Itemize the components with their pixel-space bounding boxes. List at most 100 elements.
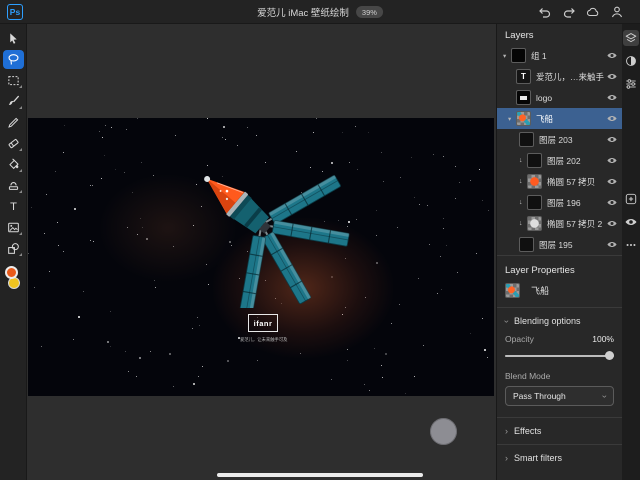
layer-visibility-icon[interactable] xyxy=(623,214,639,230)
tool-pencil[interactable] xyxy=(3,113,24,132)
chevron-right-icon: › xyxy=(505,454,508,463)
clipping-mask-arrow-icon: ↓ xyxy=(519,178,527,185)
layer-row[interactable]: 图层 195 xyxy=(497,234,622,255)
smart-filters-section-header[interactable]: › Smart filters xyxy=(497,445,622,471)
layer-row[interactable]: 图层 203 xyxy=(497,129,622,150)
effects-section-header[interactable]: › Effects xyxy=(497,418,622,444)
document-title-group: 爱范儿 iMac 壁纸绘制 39% xyxy=(257,0,383,24)
layer-visibility-eye-icon[interactable] xyxy=(607,94,617,101)
opacity-slider-knob[interactable] xyxy=(605,351,614,360)
topbar-actions xyxy=(538,0,624,24)
tool-marquee[interactable] xyxy=(3,71,24,90)
layers-panel: Layers ▾ 组 1 T 爱范儿，…来触手可及 logo ▾ 飞船 图层 2… xyxy=(496,24,622,480)
layer-visibility-eye-icon[interactable] xyxy=(607,73,617,80)
layer-row[interactable]: ↓ 椭圆 57 拷贝 2 xyxy=(497,213,622,234)
tool-move[interactable] xyxy=(3,29,24,48)
layer-thumbnail xyxy=(511,48,526,63)
layer-visibility-eye-icon[interactable] xyxy=(607,52,617,59)
svg-text:T: T xyxy=(10,201,17,213)
zoom-level-badge[interactable]: 39% xyxy=(356,6,383,18)
tool-clone-stamp[interactable] xyxy=(3,176,24,195)
blending-options-label: Blending options xyxy=(514,316,581,326)
properties-icon[interactable] xyxy=(623,76,639,92)
layer-visibility-eye-icon[interactable] xyxy=(607,199,617,206)
document-title: 爱范儿 iMac 壁纸绘制 xyxy=(257,5,349,19)
color-swatches[interactable] xyxy=(4,266,22,292)
blend-mode-value: Pass Through xyxy=(513,391,566,401)
layer-name: 图层 203 xyxy=(539,134,604,146)
selected-layer-name: 飞船 xyxy=(531,284,549,297)
spacecraft-artwork xyxy=(138,143,388,308)
layer-thumbnail xyxy=(516,90,531,105)
share-user-icon[interactable] xyxy=(610,5,624,19)
layer-row[interactable]: logo xyxy=(497,87,622,108)
layer-row[interactable]: ↓ 椭圆 57 拷贝 xyxy=(497,171,622,192)
disclosure-triangle-icon[interactable]: ▾ xyxy=(508,115,516,123)
layer-visibility-eye-icon[interactable] xyxy=(607,157,617,164)
photoshop-logo[interactable]: Ps xyxy=(7,4,23,20)
touch-shortcut-button[interactable] xyxy=(430,418,457,445)
home-indicator[interactable] xyxy=(217,473,423,477)
layer-visibility-eye-icon[interactable] xyxy=(607,220,617,227)
more-options-icon[interactable] xyxy=(623,237,639,253)
layer-row[interactable]: T 爱范儿，…来触手可及 xyxy=(497,66,622,87)
foreground-color-swatch[interactable] xyxy=(5,266,18,279)
opacity-slider-fill xyxy=(505,355,614,357)
opacity-slider[interactable] xyxy=(505,351,614,360)
ifanr-logo-text: ifanr xyxy=(254,319,273,328)
layer-name: 爱范儿，…来触手可及 xyxy=(536,71,604,83)
blending-options-header[interactable]: › Blending options xyxy=(497,308,622,334)
tool-place-image[interactable] xyxy=(3,218,24,237)
layer-name: 椭圆 57 拷贝 xyxy=(547,176,604,188)
clipping-mask-arrow-icon: ↓ xyxy=(519,220,527,227)
layer-visibility-eye-icon[interactable] xyxy=(607,241,617,248)
tool-eraser[interactable] xyxy=(3,134,24,153)
photoshop-ipad-app: Ps 爱范儿 iMac 壁纸绘制 39% T xyxy=(0,0,640,480)
add-layer-icon[interactable] xyxy=(623,191,639,207)
top-toolbar: Ps 爱范儿 iMac 壁纸绘制 39% xyxy=(0,0,640,24)
cloud-sync-icon[interactable] xyxy=(586,5,600,19)
layer-row[interactable]: ▾ 组 1 xyxy=(497,45,622,66)
layer-name: 椭圆 57 拷贝 2 xyxy=(547,218,604,230)
redo-icon[interactable] xyxy=(562,5,576,19)
tool-shapes[interactable] xyxy=(3,239,24,258)
adjustments-icon[interactable] xyxy=(623,53,639,69)
layer-name: 图层 202 xyxy=(547,155,604,167)
layer-row[interactable]: ↓ 图层 202 xyxy=(497,150,622,171)
layer-name: 组 1 xyxy=(531,50,604,62)
tool-brush[interactable] xyxy=(3,92,24,111)
layers-panel-icon[interactable] xyxy=(623,30,639,46)
clipping-mask-arrow-icon: ↓ xyxy=(519,157,527,164)
layer-name: 图层 195 xyxy=(539,239,604,251)
layer-row[interactable]: ↓ 图层 196 xyxy=(497,192,622,213)
chevron-right-icon: › xyxy=(505,427,508,436)
layer-name: logo xyxy=(536,93,604,103)
layer-visibility-eye-icon[interactable] xyxy=(607,115,617,122)
chevron-down-icon: › xyxy=(502,320,511,323)
tool-fill[interactable] xyxy=(3,155,24,174)
layer-thumbnail xyxy=(516,111,531,126)
undo-icon[interactable] xyxy=(538,5,552,19)
blend-mode-dropdown[interactable]: Pass Through › xyxy=(505,386,614,406)
effects-label: Effects xyxy=(514,426,541,436)
watermark-caption: 爱范儿，让未来触手可及 xyxy=(240,336,286,342)
opacity-row: Opacity 100% xyxy=(497,334,622,344)
layer-thumbnail xyxy=(527,174,542,189)
tool-type[interactable]: T xyxy=(3,197,24,216)
opacity-label: Opacity xyxy=(505,334,534,344)
tool-lasso[interactable] xyxy=(3,50,24,69)
blend-mode-label: Blend Mode xyxy=(497,369,622,381)
workspace: ifanr 爱范儿，让未来触手可及 xyxy=(27,24,496,480)
layer-visibility-eye-icon[interactable] xyxy=(607,136,617,143)
layer-name: 图层 196 xyxy=(547,197,604,209)
layer-visibility-eye-icon[interactable] xyxy=(607,178,617,185)
document-canvas[interactable]: ifanr 爱范儿，让未来触手可及 xyxy=(28,118,494,396)
disclosure-triangle-icon[interactable]: ▾ xyxy=(503,52,511,60)
layer-thumbnail xyxy=(519,237,534,252)
layer-row[interactable]: ▾ 飞船 xyxy=(497,108,622,129)
layer-properties-title: Layer Properties xyxy=(497,256,622,281)
layer-thumbnail xyxy=(527,153,542,168)
layer-properties-selected-layer: 飞船 xyxy=(497,281,622,307)
opacity-value: 100% xyxy=(592,334,614,344)
layers-list: ▾ 组 1 T 爱范儿，…来触手可及 logo ▾ 飞船 图层 203 ↓ 图层… xyxy=(497,45,622,255)
